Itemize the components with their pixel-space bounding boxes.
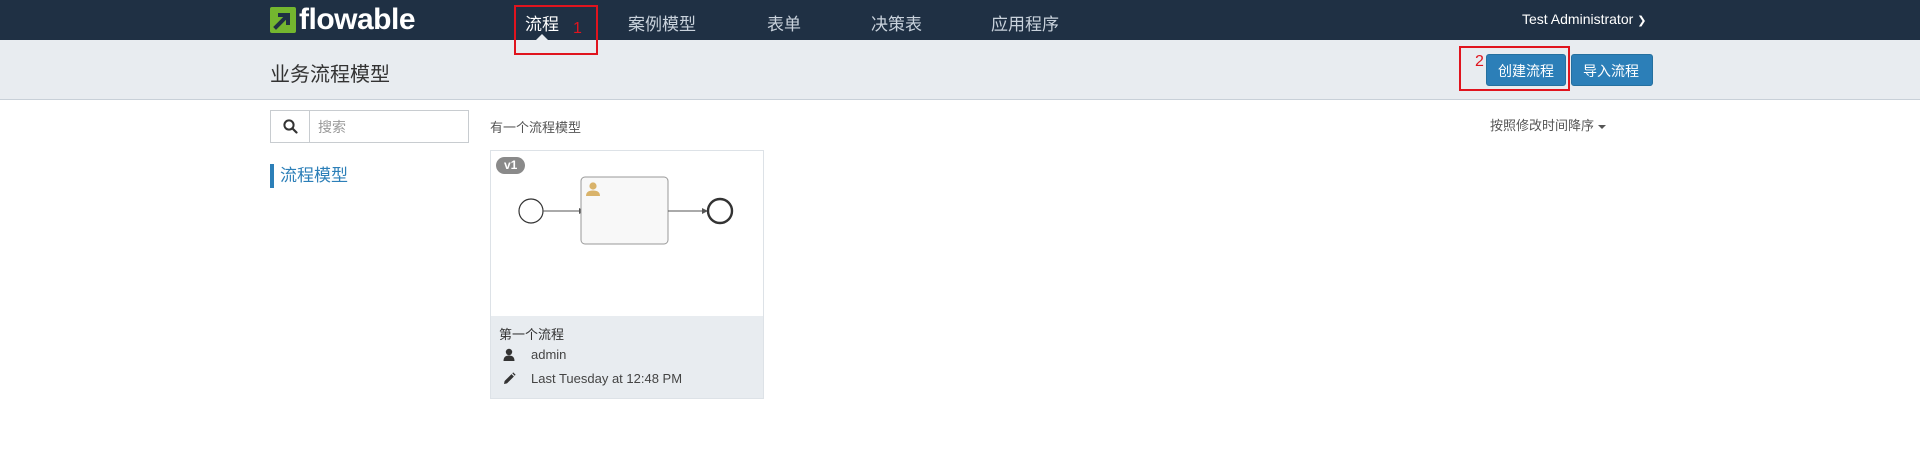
import-process-button[interactable]: 导入流程 bbox=[1571, 54, 1653, 86]
logo-text: flowable bbox=[299, 3, 416, 36]
nav-item-decision-tables[interactable]: 决策表 bbox=[871, 10, 922, 35]
owner-name: admin bbox=[531, 347, 567, 362]
page-header: 业务流程模型 创建流程 导入流程 bbox=[0, 40, 1920, 100]
nav-item-case-models[interactable]: 案例模型 bbox=[628, 10, 696, 35]
nav-item-apps[interactable]: 应用程序 bbox=[991, 10, 1059, 35]
sort-dropdown[interactable]: 按照修改时间降序 bbox=[1490, 115, 1607, 134]
user-name: Test Administrator bbox=[1522, 11, 1634, 27]
user-menu[interactable]: Test Administrator ❯ bbox=[1522, 11, 1646, 27]
top-navbar: flowable 流程 案例模型 表单 决策表 应用程序 Test Admini… bbox=[0, 0, 1920, 40]
start-event bbox=[518, 198, 544, 224]
user-icon bbox=[502, 348, 516, 362]
chevron-down-icon: ❯ bbox=[1637, 15, 1647, 27]
caret-down-icon bbox=[1598, 124, 1607, 129]
flowable-logo[interactable]: flowable bbox=[270, 3, 416, 36]
sidebar-item-process-models[interactable]: 流程模型 bbox=[270, 164, 348, 188]
process-diagram-thumbnail bbox=[518, 176, 734, 245]
end-event bbox=[706, 197, 734, 225]
model-card-info: 第一个流程 admin Last Tuesday at 12:48 PM bbox=[491, 316, 763, 398]
flowable-logo-icon bbox=[270, 7, 296, 33]
model-name: 第一个流程 bbox=[499, 327, 565, 342]
model-modified: Last Tuesday at 12:48 PM bbox=[502, 371, 682, 386]
sort-label: 按照修改时间降序 bbox=[1490, 118, 1595, 133]
nav-item-forms[interactable]: 表单 bbox=[767, 10, 801, 35]
annotation-number-1: 1 bbox=[573, 20, 582, 37]
search-button[interactable] bbox=[271, 111, 310, 142]
annotation-number-2: 2 bbox=[1475, 53, 1484, 70]
pencil-icon bbox=[502, 371, 516, 386]
search-icon bbox=[282, 119, 298, 134]
model-card[interactable]: v1 第一个流程 admin Last Tuesday at 12:48 PM bbox=[490, 150, 764, 399]
result-count: 有一个流程模型 bbox=[490, 120, 582, 135]
search-input[interactable] bbox=[310, 111, 476, 142]
search-box bbox=[270, 110, 476, 143]
modified-time: Last Tuesday at 12:48 PM bbox=[531, 371, 683, 386]
model-owner: admin bbox=[502, 347, 566, 362]
annotation-box-1 bbox=[514, 5, 598, 55]
version-badge: v1 bbox=[496, 157, 526, 174]
page-title: 业务流程模型 bbox=[270, 64, 390, 86]
